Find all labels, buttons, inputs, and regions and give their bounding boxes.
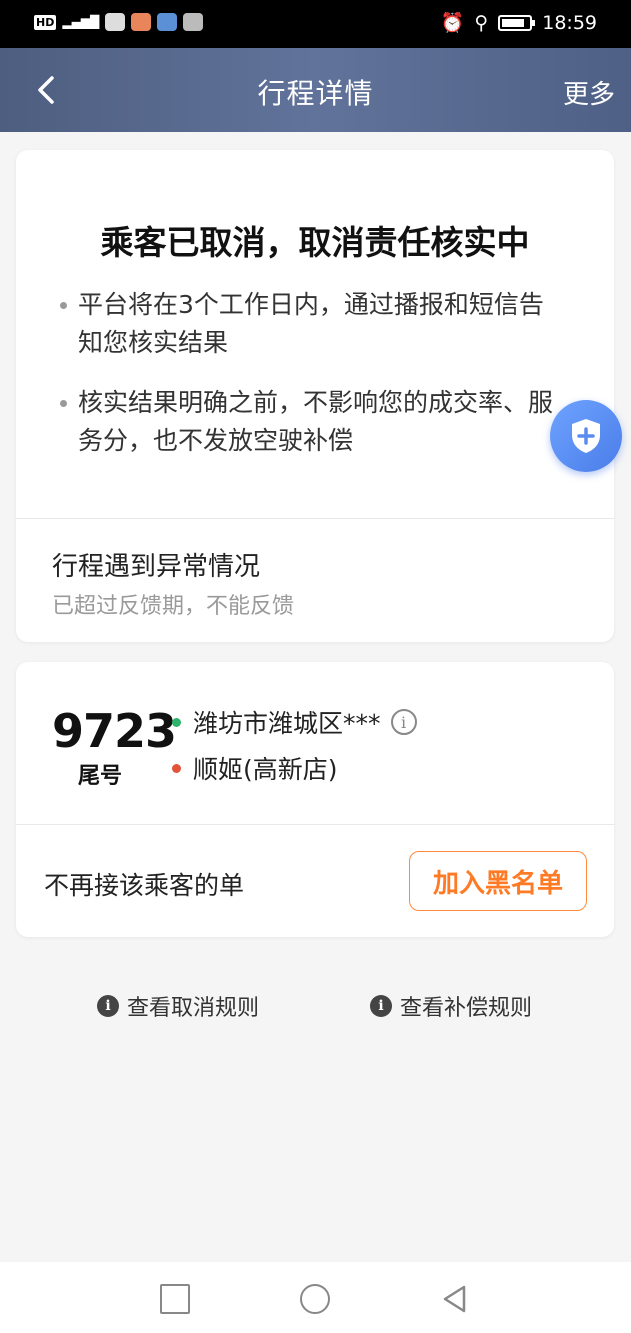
page-title: 行程详情 xyxy=(257,77,374,110)
info-icon: i xyxy=(370,995,392,1017)
block-passenger-label: 不再接该乘客的单 xyxy=(44,871,245,900)
destination-address: 顺姬(高新店) xyxy=(172,750,338,786)
clock: 18:59 xyxy=(542,11,597,34)
more-button[interactable]: 更多 xyxy=(563,74,615,111)
alarm-icon: ⏰ xyxy=(440,12,465,34)
notice-bullet: 平台将在3个工作日内，通过播报和短信告知您核实结果 xyxy=(60,286,560,362)
cancel-rules-link[interactable]: i 查看取消规则 xyxy=(97,990,259,1022)
cancel-status-card: 乘客已取消，取消责任核实中 平台将在3个工作日内，通过播报和短信告知您核实结果 … xyxy=(16,150,614,642)
compensation-rules-link[interactable]: i 查看补偿规则 xyxy=(370,990,532,1022)
compensation-rules-label: 查看补偿规则 xyxy=(400,996,533,1021)
abnormal-feedback-title[interactable]: 行程遇到异常情况 xyxy=(52,546,260,583)
notification-app-icon xyxy=(131,13,152,31)
triangle-back-icon xyxy=(443,1285,466,1313)
destination-text: 顺姬(高新店) xyxy=(193,755,338,784)
shield-plus-icon xyxy=(572,419,600,453)
origin-text: 潍坊市潍城区*** xyxy=(193,709,381,738)
origin-address: 潍坊市潍城区*** i xyxy=(172,704,417,740)
origin-dot-icon xyxy=(172,717,181,727)
info-icon[interactable]: i xyxy=(390,709,417,735)
safety-shield-button[interactable] xyxy=(550,400,622,472)
phone-tail-label: 尾号 xyxy=(78,764,123,789)
status-bar: HD ▂▄▆█ ⏰ ⚲ 18:59 xyxy=(0,0,631,48)
notification-app-icon xyxy=(105,13,126,31)
recent-apps-button[interactable] xyxy=(160,1284,190,1314)
signal-icon: ▂▄▆█ xyxy=(62,15,100,29)
home-button[interactable] xyxy=(300,1284,330,1314)
trip-info-card: 9723 尾号 潍坊市潍城区*** i 顺姬(高新店) 不再接该乘客的单 加入黑… xyxy=(16,662,614,937)
location-icon: ⚲ xyxy=(474,11,489,34)
abnormal-feedback-subtitle: 已超过反馈期，不能反馈 xyxy=(52,594,295,619)
phone-tail-number: 9723 xyxy=(52,704,177,758)
top-navbar: 行程详情 更多 xyxy=(0,48,631,132)
destination-dot-icon xyxy=(172,763,181,773)
divider xyxy=(16,518,614,519)
info-icon: i xyxy=(97,995,119,1017)
notice-bullet: 核实结果明确之前，不影响您的成交率、服务分，也不发放空驶补偿 xyxy=(60,384,560,460)
system-back-button[interactable] xyxy=(440,1284,470,1314)
cancel-rules-label: 查看取消规则 xyxy=(127,996,260,1021)
system-navigation-bar xyxy=(0,1262,631,1333)
divider xyxy=(16,824,614,825)
notification-app-icon xyxy=(183,13,204,31)
notification-app-icon xyxy=(157,13,178,31)
battery-icon xyxy=(498,14,536,31)
add-to-blacklist-button[interactable]: 加入黑名单 xyxy=(409,851,587,911)
status-heading: 乘客已取消，取消责任核实中 xyxy=(100,223,530,262)
hd-indicator: HD xyxy=(34,14,57,30)
